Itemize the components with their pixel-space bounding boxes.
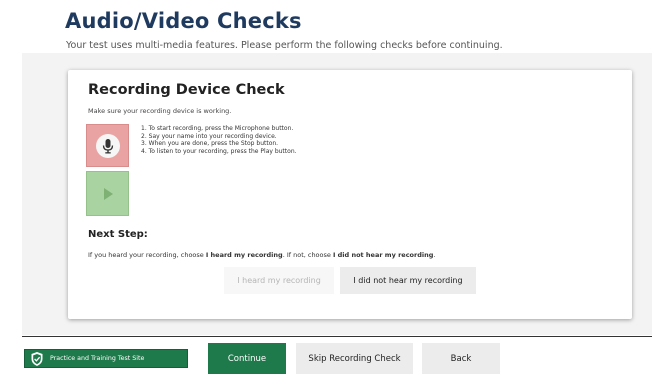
page-subtitle: Your test uses multi-media features. Ple… [66,40,503,51]
back-button[interactable]: Back [422,343,500,374]
shield-logo-icon [29,351,45,367]
play-icon [103,187,113,200]
did-not-hear-recording-button[interactable]: I did not hear my recording [340,267,476,294]
practice-site-badge: Practice and Training Test Site [24,349,188,368]
heard-choice-text: I heard my recording [205,251,283,259]
instruction-step: 3. When you are done, press the Stop but… [141,140,279,148]
continue-button[interactable]: Continue [208,343,286,374]
skip-recording-check-button[interactable]: Skip Recording Check [296,343,413,374]
next-step-text: If you heard your recording, choose I he… [88,251,436,259]
microphone-icon [95,133,120,158]
card-title: Recording Device Check [88,82,285,98]
play-button[interactable] [86,171,129,216]
card-subtitle: Make sure your recording device is worki… [88,107,232,115]
practice-site-label: Practice and Training Test Site [50,355,145,362]
page-title: Audio/Video Checks [65,9,302,33]
heard-recording-button[interactable]: I heard my recording [224,267,334,294]
recording-device-check-card: Recording Device Check Make sure your re… [68,70,632,319]
record-button[interactable] [86,124,129,167]
instructions-list: 1. To start recording, press the Microph… [141,125,297,155]
next-step-heading: Next Step: [88,229,148,240]
instruction-step: 4. To listen to your recording, press th… [141,147,297,155]
not-heard-choice-text: I did not hear my recording [332,251,434,259]
instruction-step: 1. To start recording, press the Microph… [141,125,294,132]
instruction-step: 2. Say your name into your recording dev… [141,132,277,140]
